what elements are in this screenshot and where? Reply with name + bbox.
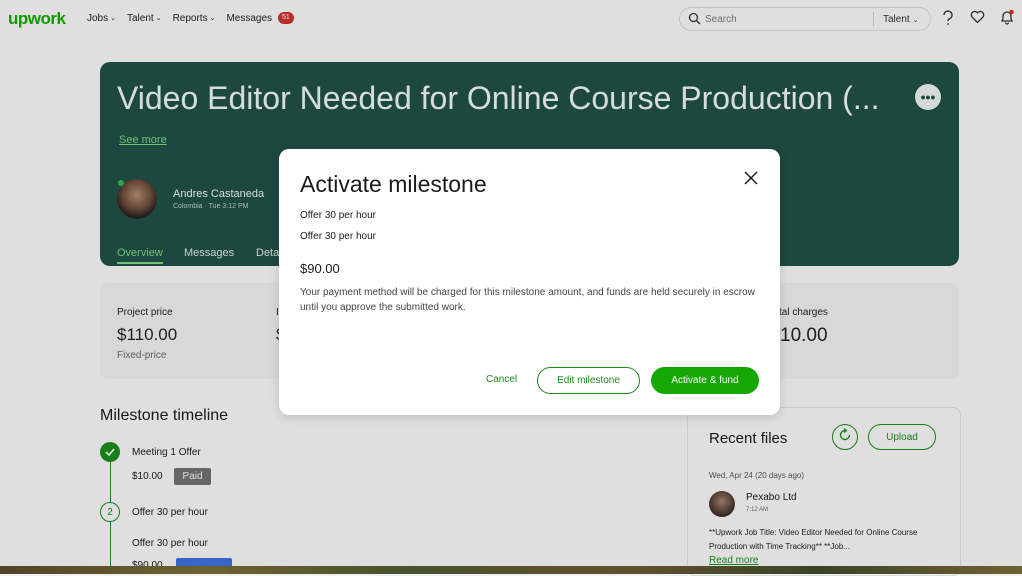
dialog-title: Activate milestone <box>300 171 487 197</box>
payment-description: Your payment method will be charged for … <box>300 287 755 313</box>
activate-milestone-dialog: Activate milestone Offer 30 per hour Off… <box>279 149 780 415</box>
cancel-button[interactable]: Cancel <box>486 374 517 385</box>
milestone-name-line-1: Offer 30 per hour <box>300 210 376 221</box>
milestone-name-line-2: Offer 30 per hour <box>300 231 376 242</box>
milestone-amount: $90.00 <box>300 261 340 276</box>
close-button[interactable] <box>742 170 760 190</box>
close-icon <box>744 170 758 190</box>
activate-fund-button[interactable]: Activate & fund <box>651 367 759 394</box>
edit-milestone-button[interactable]: Edit milestone <box>537 367 640 394</box>
